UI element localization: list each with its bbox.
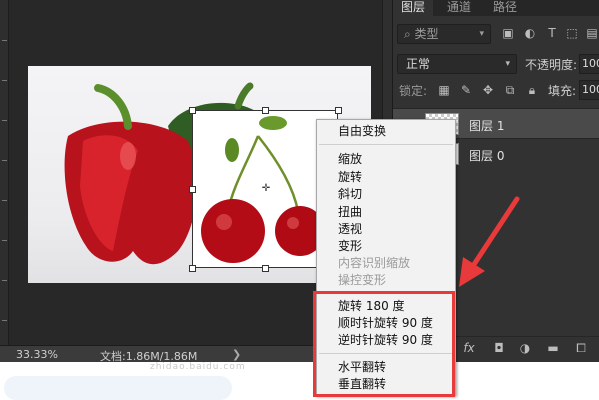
group-folder-icon[interactable]: ▬: [545, 341, 561, 357]
lock-paint-icon[interactable]: ✎: [459, 83, 473, 97]
lock-all-icon[interactable]: 🔒︎: [525, 83, 539, 97]
text-filter-icon[interactable]: T: [545, 26, 559, 40]
menu-item-skew[interactable]: 斜切: [338, 187, 362, 202]
adjustment-filter-icon[interactable]: ◐: [523, 26, 537, 40]
blend-mode-select[interactable]: 正常 ▾: [397, 54, 517, 74]
fill-input[interactable]: 100: [579, 80, 599, 100]
transform-handle-ml[interactable]: [189, 186, 196, 193]
vertical-ruler: [0, 0, 9, 345]
lock-transparency-icon[interactable]: ▦: [437, 83, 451, 97]
chevron-down-icon: ▾: [505, 59, 510, 69]
transform-handle-bl[interactable]: [189, 265, 196, 272]
fx-icon[interactable]: fx: [461, 341, 477, 357]
panel-tabs: 图层 通道 路径: [393, 0, 599, 16]
transform-handle-tl[interactable]: [189, 107, 196, 114]
transform-handle-tm[interactable]: [262, 107, 269, 114]
adjustment-layer-icon[interactable]: ◑: [517, 341, 533, 357]
fill-label: 填充:: [548, 84, 577, 98]
filter-kind-select[interactable]: ⌕ 类型 ▾: [397, 24, 491, 44]
blurred-element: [4, 376, 232, 400]
tab-paths[interactable]: 路径: [485, 0, 525, 16]
layer-name: 图层 0: [469, 149, 505, 163]
opacity-input[interactable]: 100: [579, 54, 599, 74]
watermark: zhidao.baidu.com: [150, 362, 246, 372]
annotation-arrow: [459, 196, 520, 287]
new-layer-icon[interactable]: ⧠: [573, 341, 589, 357]
chevron-down-icon: ▾: [479, 29, 484, 39]
transform-handle-bm[interactable]: [262, 265, 269, 272]
search-icon: ⌕: [404, 27, 415, 41]
shape-filter-icon[interactable]: ⬚: [565, 26, 579, 40]
menu-item-rotate[interactable]: 旋转: [338, 170, 362, 185]
menu-item-distort[interactable]: 扭曲: [338, 205, 362, 220]
menu-item-content-aware-scale: 内容识别缩放: [338, 256, 411, 270]
opacity-label: 不透明度:: [525, 58, 578, 72]
menu-item-scale[interactable]: 缩放: [338, 152, 362, 167]
layer-name: 图层 1: [469, 119, 505, 133]
tab-layers[interactable]: 图层: [393, 0, 434, 16]
layer-mask-icon[interactable]: ◘: [491, 341, 507, 357]
menu-item-warp[interactable]: 变形: [338, 239, 362, 254]
smart-object-filter-icon[interactable]: ▤: [585, 26, 599, 40]
blend-mode-value: 正常: [406, 57, 431, 71]
menu-item-free-transform[interactable]: 自由变换: [338, 124, 386, 139]
tab-channels[interactable]: 通道: [439, 0, 479, 16]
lock-label: 锁定:: [399, 84, 428, 98]
menu-item-puppet-warp: 操控变形: [338, 273, 387, 287]
menu-separator: [319, 144, 453, 145]
image-filter-icon[interactable]: ▣: [501, 26, 515, 40]
lock-artboard-icon[interactable]: ⧉: [503, 83, 517, 97]
reference-point-icon[interactable]: ✛: [261, 184, 271, 194]
zoom-level[interactable]: 33.33%: [16, 348, 58, 361]
status-menu-arrow-icon[interactable]: ❯: [232, 348, 241, 361]
lock-position-icon[interactable]: ✥: [481, 83, 495, 97]
transform-handle-tr[interactable]: [335, 107, 342, 114]
highlight-box: [313, 291, 455, 397]
menu-item-perspective[interactable]: 透视: [338, 222, 362, 237]
filter-kind-label: 类型: [414, 27, 439, 41]
